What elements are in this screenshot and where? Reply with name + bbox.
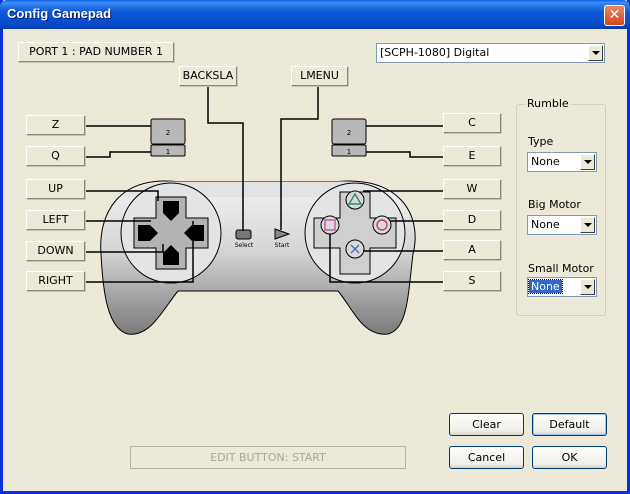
binding-cross[interactable]: A	[443, 240, 501, 260]
cancel-button[interactable]: Cancel	[449, 446, 524, 469]
big-motor-select[interactable]: None	[527, 215, 597, 235]
svg-text:Select: Select	[235, 242, 254, 249]
binding-start[interactable]: LMENU	[291, 66, 348, 86]
clear-button[interactable]: Clear	[449, 413, 524, 436]
binding-left[interactable]: LEFT	[26, 210, 85, 230]
binding-up[interactable]: UP	[26, 179, 85, 199]
port-pad-label: PORT 1 : PAD NUMBER 1	[18, 42, 174, 62]
binding-square[interactable]: S	[443, 271, 501, 291]
binding-r2[interactable]: C	[443, 113, 501, 133]
rumble-groupbox: Rumble Type None Big Motor None Small Mo…	[516, 97, 606, 316]
small-motor-select[interactable]: None	[527, 277, 597, 297]
small-motor-label: Small Motor	[528, 262, 594, 275]
big-motor-label: Big Motor	[528, 198, 581, 211]
square-button	[320, 215, 340, 235]
big-motor-value: None	[531, 218, 560, 231]
chevron-down-icon[interactable]	[580, 279, 595, 295]
pad-type-select[interactable]: [SCPH-1080] Digital	[376, 43, 605, 63]
svg-text:2: 2	[347, 129, 351, 137]
r1-shoulder-button: 1	[331, 144, 367, 157]
small-motor-value: None	[528, 279, 563, 294]
binding-l1[interactable]: Q	[26, 146, 85, 166]
triangle-button	[345, 190, 365, 210]
title-bar[interactable]: Config Gamepad ✕	[0, 0, 630, 29]
circle-button	[372, 215, 392, 235]
binding-r1[interactable]: E	[443, 146, 501, 166]
default-button[interactable]: Default	[532, 413, 607, 436]
binding-triangle[interactable]: W	[443, 179, 501, 199]
svg-text:1: 1	[347, 148, 351, 156]
chevron-down-icon[interactable]	[588, 45, 603, 61]
ok-button[interactable]: OK	[532, 446, 607, 469]
edit-button-status: EDIT BUTTON: START	[130, 446, 406, 469]
svg-text:Start: Start	[275, 242, 290, 249]
binding-right[interactable]: RIGHT	[26, 271, 85, 291]
chevron-down-icon[interactable]	[580, 154, 595, 170]
rumble-type-label: Type	[528, 135, 554, 148]
svg-text:1: 1	[166, 148, 170, 156]
chevron-down-icon[interactable]	[580, 217, 595, 233]
pad-type-value: [SCPH-1080] Digital	[380, 46, 490, 59]
dialog-content: 2 1 2 1 Select Start PORT 1: PAD NUMBER…	[3, 29, 627, 491]
rumble-type-value: None	[531, 155, 560, 168]
close-button[interactable]: ✕	[604, 5, 625, 26]
config-gamepad-window: Config Gamepad ✕ 2 1 2 1 Select Start PO…	[0, 0, 630, 494]
cross-button	[345, 239, 365, 259]
binding-select[interactable]: BACKSLA	[179, 66, 237, 86]
binding-down[interactable]: DOWN	[26, 241, 85, 261]
window-title: Config Gamepad	[7, 6, 112, 21]
svg-text:2: 2	[166, 129, 170, 137]
rumble-title: Rumble	[525, 97, 571, 110]
r2-shoulder-button: 2	[331, 118, 367, 145]
l1-shoulder-button: 1	[150, 144, 186, 157]
binding-l2[interactable]: Z	[26, 115, 85, 135]
binding-circle[interactable]: D	[443, 210, 501, 230]
l2-shoulder-button: 2	[150, 118, 186, 145]
rumble-type-select[interactable]: None	[527, 152, 597, 172]
